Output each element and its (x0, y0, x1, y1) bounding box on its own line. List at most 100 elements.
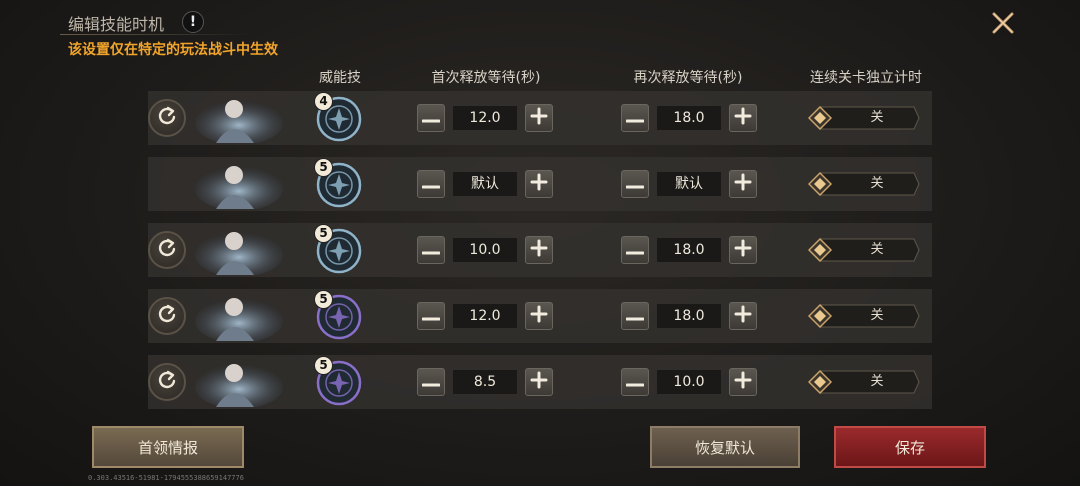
decrease-next-wait-button[interactable] (621, 236, 649, 264)
increase-next-wait-button[interactable] (729, 236, 757, 264)
next-wait-stepper: 默认 (621, 170, 759, 198)
skill-level-badge: 5 (314, 158, 333, 177)
minus-icon (625, 109, 645, 128)
minus-icon (625, 241, 645, 260)
toggle-state-label: 关 (870, 110, 884, 125)
toggle-state-label: 关 (870, 374, 884, 389)
minus-icon (625, 307, 645, 326)
first-wait-value: 12.0 (453, 106, 517, 130)
first-wait-value: 8.5 (453, 370, 517, 394)
next-wait-stepper: 18.0 (621, 302, 759, 330)
reset-row-button[interactable] (148, 99, 186, 137)
plus-icon (530, 371, 548, 393)
version-string: 0.303.43516-51981-1794555388659147776 (88, 474, 244, 482)
first-wait-value: 默认 (453, 172, 517, 196)
next-wait-value: 18.0 (657, 106, 721, 130)
skill-row: 5 8.5 10.0 关 (148, 355, 932, 409)
increase-first-wait-button[interactable] (525, 236, 553, 264)
first-wait-stepper: 12.0 (417, 302, 555, 330)
hero-portrait (194, 159, 284, 211)
first-wait-stepper: 默认 (417, 170, 555, 198)
minus-icon (421, 109, 441, 128)
skill-level-badge: 5 (314, 290, 333, 309)
skill-row: 4 12.0 18.0 关 (148, 91, 932, 145)
independent-timer-toggle[interactable]: 关 (808, 238, 920, 262)
refresh-icon (156, 369, 178, 395)
decrease-first-wait-button[interactable] (417, 104, 445, 132)
independent-timer-toggle[interactable]: 关 (808, 106, 920, 130)
skill-level-badge: 5 (314, 224, 333, 243)
independent-timer-toggle[interactable]: 关 (808, 370, 920, 394)
next-wait-stepper: 18.0 (621, 104, 759, 132)
independent-timer-toggle[interactable]: 关 (808, 172, 920, 196)
reset-row-button[interactable] (148, 363, 186, 401)
plus-icon (734, 107, 752, 129)
page-title: 编辑技能时机 (68, 15, 165, 34)
info-icon[interactable]: ! (182, 11, 204, 33)
column-header-independent-timer: 连续关卡独立计时 (810, 70, 922, 86)
close-icon (992, 12, 1014, 34)
first-wait-value: 10.0 (453, 238, 517, 262)
plus-icon (734, 239, 752, 261)
plus-icon (530, 173, 548, 195)
first-wait-stepper: 12.0 (417, 104, 555, 132)
boss-info-button[interactable]: 首领情报 (92, 426, 244, 468)
reset-row-button[interactable] (148, 231, 186, 269)
toggle-state-label: 关 (870, 242, 884, 257)
skill-row: 5 10.0 18.0 关 (148, 223, 932, 277)
plus-icon (734, 371, 752, 393)
toggle-state-label: 关 (870, 308, 884, 323)
toggle-state-label: 关 (870, 176, 884, 191)
refresh-icon (156, 237, 178, 263)
plus-icon (530, 305, 548, 327)
decrease-next-wait-button[interactable] (621, 170, 649, 198)
independent-timer-toggle[interactable]: 关 (808, 304, 920, 328)
plus-icon (734, 173, 752, 195)
reset-row-button[interactable] (148, 297, 186, 335)
next-wait-value: 10.0 (657, 370, 721, 394)
minus-icon (421, 175, 441, 194)
increase-next-wait-button[interactable] (729, 302, 757, 330)
hero-portrait (194, 93, 284, 145)
decrease-first-wait-button[interactable] (417, 236, 445, 264)
increase-first-wait-button[interactable] (525, 170, 553, 198)
close-button[interactable] (988, 8, 1018, 38)
hero-portrait (194, 225, 284, 277)
next-wait-stepper: 10.0 (621, 368, 759, 396)
decrease-first-wait-button[interactable] (417, 302, 445, 330)
save-button[interactable]: 保存 (834, 426, 986, 468)
minus-icon (421, 241, 441, 260)
minus-icon (625, 175, 645, 194)
skill-level-badge: 5 (314, 356, 333, 375)
decrease-next-wait-button[interactable] (621, 368, 649, 396)
column-header-skill: 威能技 (319, 70, 361, 86)
increase-first-wait-button[interactable] (525, 302, 553, 330)
plus-icon (734, 305, 752, 327)
decrease-next-wait-button[interactable] (621, 302, 649, 330)
increase-next-wait-button[interactable] (729, 368, 757, 396)
hero-portrait (194, 291, 284, 343)
column-header-first-wait: 首次释放等待(秒) (431, 70, 541, 86)
skill-row: 5 默认 默认 关 (148, 157, 932, 211)
plus-icon (530, 107, 548, 129)
decrease-first-wait-button[interactable] (417, 368, 445, 396)
decrease-next-wait-button[interactable] (621, 104, 649, 132)
minus-icon (421, 307, 441, 326)
increase-next-wait-button[interactable] (729, 104, 757, 132)
next-wait-value: 默认 (657, 172, 721, 196)
refresh-icon (156, 105, 178, 131)
plus-icon (530, 239, 548, 261)
increase-first-wait-button[interactable] (525, 104, 553, 132)
increase-first-wait-button[interactable] (525, 368, 553, 396)
column-header-next-wait: 再次释放等待(秒) (633, 70, 743, 86)
next-wait-value: 18.0 (657, 304, 721, 328)
hero-portrait (194, 357, 284, 409)
increase-next-wait-button[interactable] (729, 170, 757, 198)
decrease-first-wait-button[interactable] (417, 170, 445, 198)
subtitle-notice: 该设置仅在特定的玩法战斗中生效 (68, 42, 278, 58)
skill-row: 5 12.0 18.0 关 (148, 289, 932, 343)
first-wait-value: 12.0 (453, 304, 517, 328)
skill-level-badge: 4 (314, 92, 333, 111)
restore-default-button[interactable]: 恢复默认 (650, 426, 800, 468)
first-wait-stepper: 10.0 (417, 236, 555, 264)
